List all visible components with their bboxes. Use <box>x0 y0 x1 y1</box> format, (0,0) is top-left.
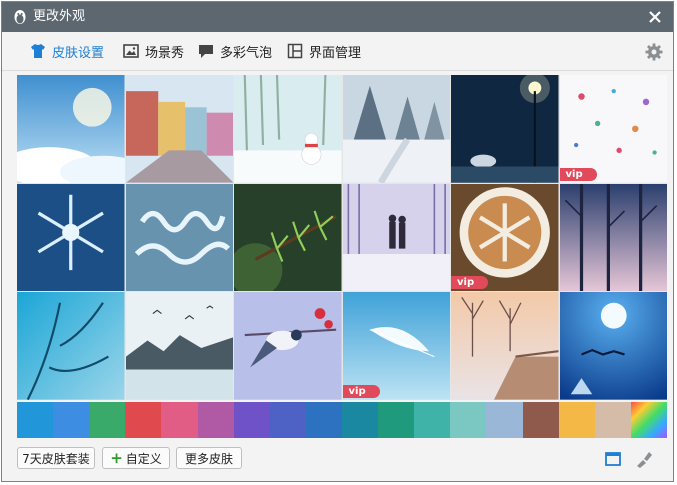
layout-icon <box>287 43 303 59</box>
pine-branch-image <box>234 183 342 292</box>
close-icon[interactable] <box>645 7 665 27</box>
skin-tile-moon[interactable] <box>559 292 667 400</box>
skin-tile-walkway[interactable] <box>451 292 559 400</box>
button-label: 更多皮肤 <box>184 451 233 466</box>
latte-snowflake-image <box>451 183 559 292</box>
color-swatch[interactable] <box>450 402 487 438</box>
skin-tile-latte[interactable]: vip <box>451 183 559 292</box>
vip-badge: vip <box>342 384 380 398</box>
color-swatch[interactable] <box>378 402 415 438</box>
shirt-icon <box>31 44 45 58</box>
color-swatch[interactable] <box>233 402 270 438</box>
title-bar: 更改外观 <box>2 2 673 32</box>
moon-reindeer-image <box>559 292 667 400</box>
skin-grid: vip vip vip <box>17 75 667 400</box>
tab-scene-show[interactable]: 场景秀 <box>123 32 184 70</box>
color-swatch-bar <box>17 402 667 438</box>
skin-tile-snowflakes[interactable]: vip <box>559 75 667 183</box>
color-swatch[interactable] <box>522 402 559 438</box>
color-swatch[interactable] <box>125 402 162 438</box>
image-icon <box>123 44 139 58</box>
skin-tile-ice-snowflake[interactable] <box>17 183 125 292</box>
skin-tile-night-lamp[interactable] <box>451 75 559 183</box>
skin-tile-purple-forest[interactable] <box>559 183 667 292</box>
color-swatch[interactable] <box>161 402 198 438</box>
chat-bubble-icon <box>199 45 213 58</box>
sunset-walkway-image <box>451 292 559 400</box>
tab-label: 皮肤设置 <box>52 45 105 61</box>
gear-icon[interactable] <box>645 43 663 61</box>
skin-tile-icy-branches[interactable] <box>17 292 125 400</box>
more-skins-button[interactable]: 更多皮肤 <box>176 447 242 469</box>
tab-skin-settings[interactable]: 皮肤设置 <box>30 32 104 70</box>
brush-icon[interactable] <box>634 449 654 469</box>
color-swatch[interactable] <box>486 402 523 438</box>
color-swatch[interactable] <box>89 402 126 438</box>
street-image <box>125 75 233 183</box>
vip-badge: vip <box>451 276 489 290</box>
window-title: 更改外观 <box>33 9 86 24</box>
plus-icon: + <box>110 449 123 467</box>
bottom-bar: 7天皮肤套装 + 自定义 更多皮肤 <box>2 442 673 483</box>
skin-tile-street[interactable] <box>125 75 233 183</box>
color-swatch[interactable] <box>414 402 451 438</box>
skin-tile-pines[interactable] <box>342 75 450 183</box>
couple-snow-image <box>342 183 450 292</box>
snowflake-pattern-image <box>559 75 667 183</box>
skin-tile-snowman[interactable] <box>234 75 342 183</box>
color-swatch-rainbow[interactable] <box>630 402 667 438</box>
frozen-lake-image <box>125 292 233 400</box>
custom-button[interactable]: + 自定义 <box>102 447 170 469</box>
penguin-icon <box>14 10 26 24</box>
color-swatch[interactable] <box>17 402 54 438</box>
feather-image <box>342 292 450 400</box>
color-swatch[interactable] <box>269 402 306 438</box>
bird-branch-image <box>234 292 342 400</box>
icy-branches-image <box>17 292 125 400</box>
color-swatch[interactable] <box>594 402 631 438</box>
skin-tile-pine-branch[interactable] <box>234 183 342 292</box>
skin-tile-sky[interactable] <box>17 75 125 183</box>
skin-tile-frozen-lake[interactable] <box>125 292 233 400</box>
tab-interface-management[interactable]: 界面管理 <box>287 32 361 70</box>
ice-snowflake-image <box>17 183 125 292</box>
button-label: 7天皮肤套装 <box>22 451 90 466</box>
snow-pines-image <box>342 75 450 183</box>
tab-label: 界面管理 <box>309 45 362 61</box>
purple-forest-image <box>559 183 667 292</box>
color-swatch[interactable] <box>341 402 379 438</box>
night-lamp-image <box>451 75 559 183</box>
tab-bar: 皮肤设置 场景秀 多彩气泡 界面管理 <box>2 32 673 71</box>
color-swatch[interactable] <box>197 402 234 438</box>
tab-colorful-bubbles[interactable]: 多彩气泡 <box>198 32 272 70</box>
skin-tile-couple-snow[interactable] <box>342 183 450 292</box>
color-swatch[interactable] <box>53 402 90 438</box>
sky-clouds-image <box>17 75 125 183</box>
window-icon[interactable] <box>603 449 623 469</box>
button-label: 自定义 <box>125 451 162 466</box>
appearance-window: 更改外观 皮肤设置 场景秀 多彩气泡 界面管理 vip vip vip 7天皮肤… <box>1 1 674 482</box>
color-swatch[interactable] <box>305 402 342 438</box>
skin-tile-feather[interactable]: vip <box>342 292 450 400</box>
vip-badge: vip <box>559 167 597 181</box>
tab-label: 场景秀 <box>145 45 185 61</box>
tab-label: 多彩气泡 <box>220 45 273 61</box>
skin-tile-merry-christmas[interactable] <box>125 183 233 292</box>
christmas-frost-image <box>125 183 233 292</box>
seven-day-skin-button[interactable]: 7天皮肤套装 <box>17 447 95 469</box>
skin-tile-bird[interactable] <box>234 292 342 400</box>
color-swatch[interactable] <box>558 402 595 438</box>
snowman-image <box>234 75 342 183</box>
